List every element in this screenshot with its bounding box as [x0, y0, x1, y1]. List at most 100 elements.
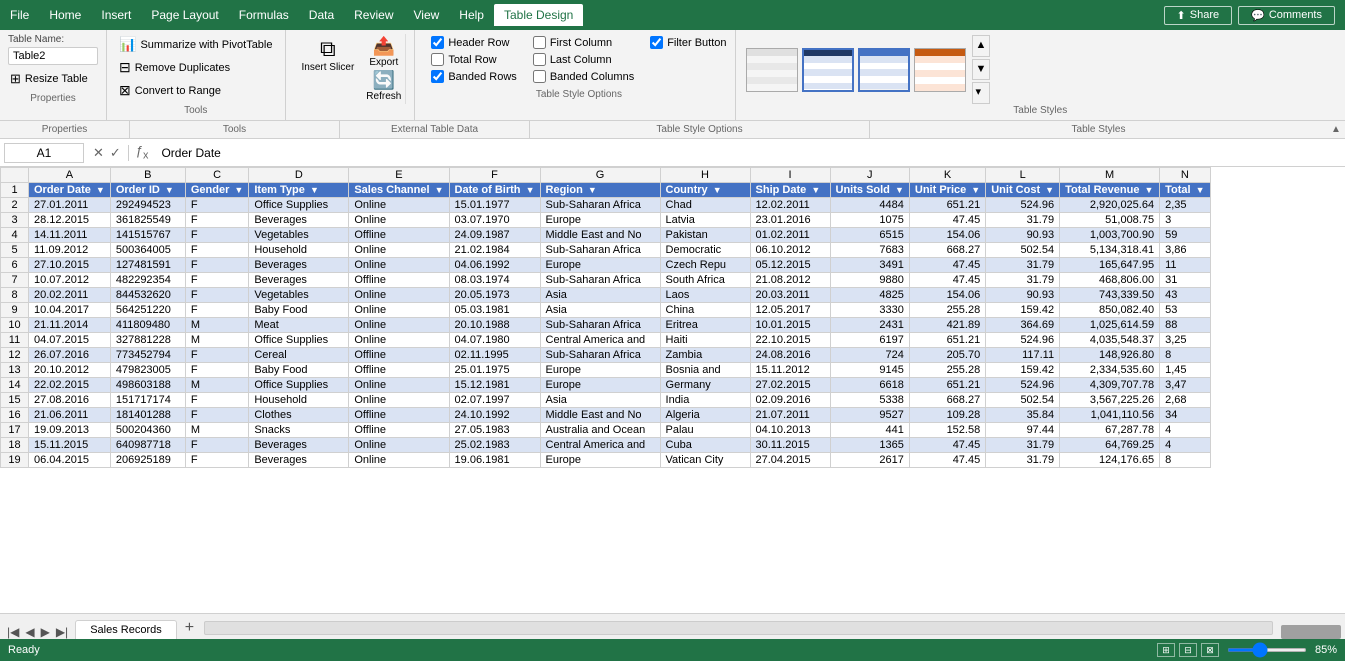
cell-r14-c7[interactable]: Europe [540, 378, 660, 393]
page-layout-view-button[interactable]: ⊟ [1179, 643, 1197, 657]
cell-r10-c12[interactable]: 364.69 [986, 318, 1060, 333]
cell-r2-c8[interactable]: Chad [660, 198, 750, 213]
menu-review[interactable]: Review [344, 4, 403, 26]
cell-r3-c14[interactable]: 3 [1160, 213, 1210, 228]
col-L[interactable]: L [986, 168, 1060, 183]
menu-data[interactable]: Data [299, 4, 344, 26]
cell-r4-c4[interactable]: Vegetables [249, 228, 349, 243]
cell-r9-c9[interactable]: 12.05.2017 [750, 303, 830, 318]
cell-r13-c7[interactable]: Europe [540, 363, 660, 378]
th-order-id[interactable]: Order ID ▼ [110, 183, 185, 198]
th-sales-channel[interactable]: Sales Channel ▼ [349, 183, 449, 198]
cell-r2-c11[interactable]: 651.21 [909, 198, 985, 213]
last-col-checkbox-label[interactable]: Last Column [533, 53, 634, 66]
cell-r3-c7[interactable]: Europe [540, 213, 660, 228]
total-row-checkbox-label[interactable]: Total Row [431, 53, 517, 66]
cell-r19-c6[interactable]: 19.06.1981 [449, 453, 540, 468]
cell-r10-c1[interactable]: 21.11.2014 [29, 318, 111, 333]
cell-r11-c2[interactable]: 327881228 [110, 333, 185, 348]
cell-r12-c14[interactable]: 8 [1160, 348, 1210, 363]
cell-r12-c12[interactable]: 117.11 [986, 348, 1060, 363]
cell-r17-c9[interactable]: 04.10.2013 [750, 423, 830, 438]
cell-r13-c2[interactable]: 479823005 [110, 363, 185, 378]
normal-view-button[interactable]: ⊞ [1157, 643, 1175, 657]
cell-r18-c10[interactable]: 1365 [830, 438, 909, 453]
cell-r19-c1[interactable]: 06.04.2015 [29, 453, 111, 468]
cell-r3-c2[interactable]: 361825549 [110, 213, 185, 228]
cell-r2-c6[interactable]: 15.01.1977 [449, 198, 540, 213]
cell-r8-c13[interactable]: 743,339.50 [1060, 288, 1160, 303]
cell-r15-c5[interactable]: Online [349, 393, 449, 408]
cell-r6-c11[interactable]: 47.45 [909, 258, 985, 273]
cell-r19-c12[interactable]: 31.79 [986, 453, 1060, 468]
cell-r5-c12[interactable]: 502.54 [986, 243, 1060, 258]
cell-r12-c1[interactable]: 26.07.2016 [29, 348, 111, 363]
cell-r17-c10[interactable]: 441 [830, 423, 909, 438]
cell-r9-c5[interactable]: Online [349, 303, 449, 318]
cell-r13-c5[interactable]: Offline [349, 363, 449, 378]
cell-r4-c9[interactable]: 01.02.2011 [750, 228, 830, 243]
col-A[interactable]: A [29, 168, 111, 183]
cell-r13-c3[interactable]: F [185, 363, 249, 378]
share-button[interactable]: ⬆ Share [1164, 6, 1233, 25]
banded-rows-checkbox[interactable] [431, 70, 444, 83]
banded-cols-checkbox-label[interactable]: Banded Columns [533, 70, 634, 83]
convert-to-range-button[interactable]: ⊠ Convert to Range [115, 80, 277, 101]
cell-r16-c7[interactable]: Middle East and No [540, 408, 660, 423]
cell-r8-c14[interactable]: 43 [1160, 288, 1210, 303]
insert-slicer-button[interactable]: ⧉ Insert Slicer [294, 34, 363, 75]
col-G[interactable]: G [540, 168, 660, 183]
cell-r19-c8[interactable]: Vatican City [660, 453, 750, 468]
cell-r19-c2[interactable]: 206925189 [110, 453, 185, 468]
comments-button[interactable]: 💬 Comments [1238, 6, 1335, 25]
table-name-input[interactable] [8, 47, 98, 65]
last-col-checkbox[interactable] [533, 53, 546, 66]
cell-r6-c1[interactable]: 27.10.2015 [29, 258, 111, 273]
cell-r9-c10[interactable]: 3330 [830, 303, 909, 318]
cell-r15-c6[interactable]: 02.07.1997 [449, 393, 540, 408]
cell-r4-c5[interactable]: Offline [349, 228, 449, 243]
cell-r10-c6[interactable]: 20.10.1988 [449, 318, 540, 333]
cell-r14-c8[interactable]: Germany [660, 378, 750, 393]
th-total-revenue[interactable]: Total Revenue ▼ [1060, 183, 1160, 198]
cell-r6-c5[interactable]: Online [349, 258, 449, 273]
cell-r16-c6[interactable]: 24.10.1992 [449, 408, 540, 423]
cell-r19-c5[interactable]: Online [349, 453, 449, 468]
menu-formulas[interactable]: Formulas [229, 4, 299, 26]
cell-r13-c10[interactable]: 9145 [830, 363, 909, 378]
cell-r8-c11[interactable]: 154.06 [909, 288, 985, 303]
cell-r16-c12[interactable]: 35.84 [986, 408, 1060, 423]
sort-arrow-gender[interactable]: ▼ [234, 185, 243, 195]
cell-r13-c12[interactable]: 159.42 [986, 363, 1060, 378]
cell-r5-c13[interactable]: 5,134,318.41 [1060, 243, 1160, 258]
cell-r6-c6[interactable]: 04.06.1992 [449, 258, 540, 273]
cell-r9-c1[interactable]: 10.04.2017 [29, 303, 111, 318]
cell-r9-c8[interactable]: China [660, 303, 750, 318]
cell-r19-c3[interactable]: F [185, 453, 249, 468]
sort-arrow-order-date[interactable]: ▼ [96, 185, 105, 195]
cell-r4-c1[interactable]: 14.11.2011 [29, 228, 111, 243]
cell-r17-c8[interactable]: Palau [660, 423, 750, 438]
cell-r5-c11[interactable]: 668.27 [909, 243, 985, 258]
sort-arrow-units-sold[interactable]: ▼ [895, 185, 904, 195]
cell-r2-c9[interactable]: 12.02.2011 [750, 198, 830, 213]
cell-r14-c10[interactable]: 6618 [830, 378, 909, 393]
cell-r8-c2[interactable]: 844532620 [110, 288, 185, 303]
cell-r17-c2[interactable]: 500204360 [110, 423, 185, 438]
cell-r10-c9[interactable]: 10.01.2015 [750, 318, 830, 333]
th-unit-cost[interactable]: Unit Cost ▼ [986, 183, 1060, 198]
sort-arrow-sales-channel[interactable]: ▼ [435, 185, 444, 195]
cell-r18-c2[interactable]: 640987718 [110, 438, 185, 453]
cell-r17-c3[interactable]: M [185, 423, 249, 438]
cell-r9-c2[interactable]: 564251220 [110, 303, 185, 318]
cell-r11-c4[interactable]: Office Supplies [249, 333, 349, 348]
cell-r12-c10[interactable]: 724 [830, 348, 909, 363]
cell-r13-c8[interactable]: Bosnia and [660, 363, 750, 378]
cell-r5-c14[interactable]: 3,86 [1160, 243, 1210, 258]
cell-r8-c10[interactable]: 4825 [830, 288, 909, 303]
cell-r14-c3[interactable]: M [185, 378, 249, 393]
page-break-view-button[interactable]: ⊠ [1201, 643, 1219, 657]
cell-r7-c10[interactable]: 9880 [830, 273, 909, 288]
cell-r7-c8[interactable]: South Africa [660, 273, 750, 288]
cell-r3-c5[interactable]: Online [349, 213, 449, 228]
